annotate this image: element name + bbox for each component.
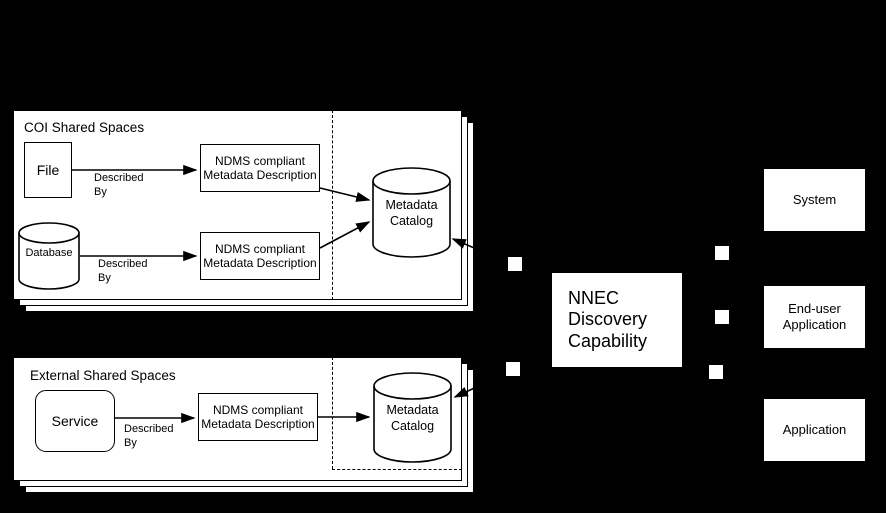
connector-marker-external-in (506, 362, 520, 376)
system-label: System (792, 192, 837, 208)
connector-marker-system-out (715, 246, 729, 260)
diagram-canvas: COI Shared Spaces File Database NDMS com… (0, 0, 886, 513)
edge-nnec-to-catalog-external (453, 371, 510, 398)
end-user-application-node: End-user Application (763, 285, 866, 349)
application-label: Application (782, 422, 847, 438)
described-by-label-3: Described By (124, 423, 174, 449)
nnec-discovery-capability-label: NNEC Discovery Capability (568, 287, 648, 351)
system-node: System (763, 168, 866, 232)
connector-marker-coi-in (508, 257, 522, 271)
nnec-discovery-capability-node: NNEC Discovery Capability (551, 272, 683, 368)
connector-marker-application-out (709, 365, 723, 379)
end-user-application-label: End-user Application (782, 301, 847, 332)
application-node: Application (763, 398, 866, 462)
connector-marker-end-user-application-out (715, 310, 729, 324)
